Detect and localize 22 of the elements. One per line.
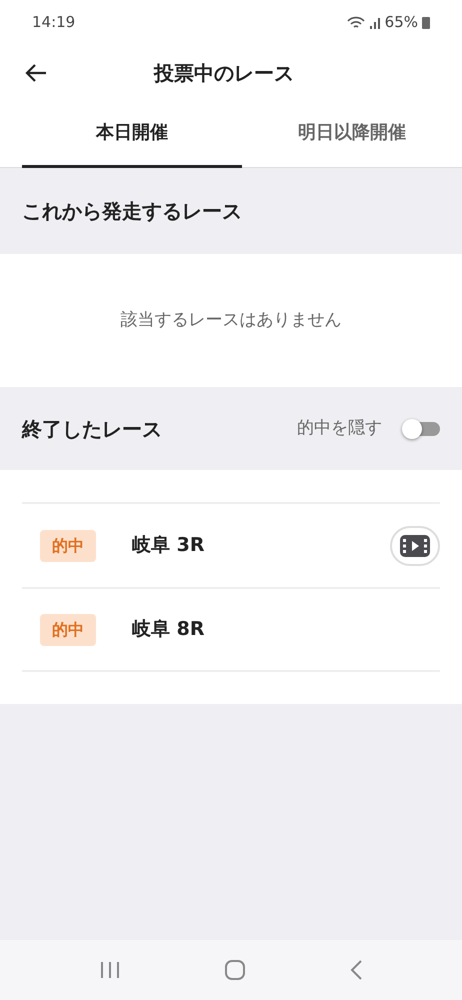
battery-percent: 65%: [384, 12, 418, 34]
status-time: 14:19: [32, 12, 76, 34]
page-title: 投票中のレース: [154, 60, 294, 86]
tab[interactable]: 明日以降開催: [242, 100, 462, 168]
hit-tag: 的中: [40, 530, 96, 562]
race-name: 岐阜 3R: [132, 533, 204, 558]
video-button[interactable]: [390, 526, 440, 566]
empty-message: 該当するレースはありません: [120, 308, 342, 332]
back-nav-icon[interactable]: [348, 959, 363, 981]
recent-apps-icon[interactable]: [99, 960, 122, 980]
race-name: 岐阜 8R: [132, 617, 204, 642]
back-icon[interactable]: [24, 62, 48, 82]
hit-tag: 的中: [40, 614, 96, 646]
signal-icon: [368, 16, 381, 28]
video-icon: [400, 534, 430, 556]
home-icon[interactable]: [224, 959, 246, 981]
battery-icon: [422, 16, 430, 29]
hide-hits-label: 的中を隠す: [297, 416, 382, 440]
tab[interactable]: 本日開催: [22, 100, 242, 168]
section-title: これから発走するレース: [22, 198, 242, 225]
section-title: 終了したレース: [22, 416, 162, 442]
wifi-icon: [346, 16, 365, 30]
